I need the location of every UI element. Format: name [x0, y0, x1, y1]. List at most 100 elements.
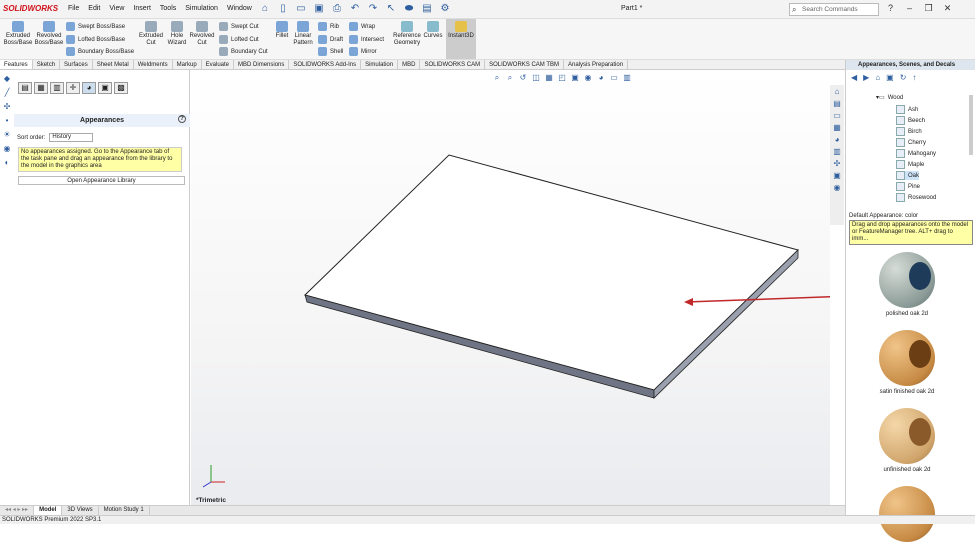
undo-icon[interactable]: ↶ — [348, 2, 362, 16]
camera-icon[interactable]: ◉ — [2, 144, 12, 154]
tab-sketch[interactable]: Sketch — [33, 60, 61, 69]
previous-view-icon[interactable]: ↺ — [518, 73, 528, 83]
tab-mbd[interactable]: MBD — [398, 60, 421, 69]
tree-item-mahogany[interactable]: Mahogany — [896, 149, 936, 158]
graphics-area[interactable]: *Trimetric — [191, 70, 852, 510]
close-icon[interactable]: ✕ — [941, 2, 954, 15]
axis-icon[interactable]: ✣ — [2, 102, 12, 112]
view-palette-icon[interactable]: ▦ — [832, 123, 842, 133]
boundary-cut-button[interactable]: Boundary Cut — [219, 47, 268, 56]
swept-boss-button[interactable]: Swept Boss/Base — [66, 22, 125, 31]
zoom-to-fit-icon[interactable]: ⌕ — [492, 73, 502, 83]
tab-analysis-preparation[interactable]: Analysis Preparation — [564, 60, 629, 69]
extruded-cut-button[interactable]: Extruded Cut — [137, 21, 165, 47]
sound-icon[interactable]: ◐ — [2, 158, 12, 168]
linear-pattern-button[interactable]: Linear Pattern — [292, 21, 314, 47]
tree-item-birch[interactable]: Birch — [896, 127, 922, 136]
solidworks-forum-icon[interactable]: ✣ — [832, 159, 842, 169]
tab-model[interactable]: Model — [34, 506, 63, 515]
resources-icon[interactable]: ⌂ — [832, 87, 842, 97]
menu-edit[interactable]: Edit — [88, 5, 100, 12]
tab-evaluate[interactable]: Evaluate — [202, 60, 235, 69]
view-orientation-icon[interactable]: ◰ — [557, 73, 567, 83]
tab-motion-study[interactable]: Motion Study 1 — [99, 506, 150, 515]
tab-weldments[interactable]: Weldments — [134, 60, 173, 69]
view-settings-icon[interactable]: ▥ — [622, 73, 632, 83]
tree-item-rosewood[interactable]: Rosewood — [896, 193, 936, 202]
tab-sheet-metal[interactable]: Sheet Metal — [93, 60, 134, 69]
sort-order-select[interactable]: History — [49, 133, 94, 142]
shell-button[interactable]: Shell — [318, 47, 343, 56]
tree-item-beech[interactable]: Beech — [896, 116, 925, 125]
boundary-boss-button[interactable]: Boundary Boss/Base — [66, 47, 134, 56]
solidworks-search-icon[interactable]: ◉ — [832, 183, 842, 193]
feature-manager-icon[interactable]: ▤ — [18, 82, 32, 94]
light-icon[interactable]: ☀ — [2, 130, 12, 140]
traffic-light-icon[interactable]: ⬬ — [402, 2, 416, 16]
tab-simulation[interactable]: Simulation — [361, 60, 399, 69]
design-library-icon[interactable]: ▤ — [832, 99, 842, 109]
part-icon[interactable]: ◆ — [2, 74, 12, 84]
refresh-icon[interactable]: ↻ — [900, 73, 907, 82]
intersect-button[interactable]: Intersect — [349, 35, 384, 44]
up-icon[interactable]: ↑ — [912, 73, 916, 82]
extruded-boss-button[interactable]: Extruded Boss/Base — [2, 21, 34, 47]
revolved-boss-button[interactable]: Revolved Boss/Base — [34, 21, 64, 47]
property-manager-icon[interactable]: ▦ — [34, 82, 48, 94]
tree-item-cherry[interactable]: Cherry — [896, 138, 926, 147]
tab-mbd-dimensions[interactable]: MBD Dimensions — [234, 60, 290, 69]
menu-window[interactable]: Window — [227, 5, 252, 12]
lofted-cut-button[interactable]: Lofted Cut — [219, 35, 259, 44]
open-appearance-library-button[interactable]: Open Appearance Library — [18, 176, 185, 185]
configuration-icon[interactable]: ▥ — [50, 82, 64, 94]
menu-file[interactable]: File — [68, 5, 79, 12]
appearances-icon[interactable]: ◕ — [832, 135, 842, 145]
rebuild-icon[interactable]: ▤ — [420, 2, 434, 16]
select-icon[interactable]: ↖ — [384, 2, 398, 16]
curves-button[interactable]: Curves — [422, 21, 444, 40]
wrap-button[interactable]: Wrap — [349, 22, 375, 31]
restore-icon[interactable]: ❐ — [922, 2, 935, 15]
help-icon[interactable]: ? — [178, 115, 186, 123]
draft-button[interactable]: Draft — [318, 35, 343, 44]
home-icon[interactable]: ⌂ — [875, 73, 880, 82]
apply-scene-icon[interactable]: ▭ — [609, 73, 619, 83]
forward-icon[interactable]: ▶ — [863, 73, 869, 82]
thumbnail-unfinished-oak[interactable]: unfinished oak 2d — [846, 408, 968, 473]
revolved-cut-button[interactable]: Revolved Cut — [189, 21, 215, 47]
hide-show-icon[interactable]: ◉ — [583, 73, 593, 83]
lofted-boss-button[interactable]: Lofted Boss/Base — [66, 35, 125, 44]
open-icon[interactable]: ▭ — [294, 2, 308, 16]
search-input[interactable]: ⌕ Search Commands — [789, 3, 879, 16]
tab-features[interactable]: Features — [0, 60, 33, 69]
back-icon[interactable]: ◀ — [851, 73, 857, 82]
instant3d-button[interactable]: Instant3D — [446, 19, 476, 59]
cam-tbm-icon[interactable]: ▩ — [114, 82, 128, 94]
add-folder-icon[interactable]: ▣ — [886, 73, 894, 82]
dynamic-annotation-icon[interactable]: ▦ — [544, 73, 554, 83]
save-icon[interactable]: ▣ — [312, 2, 326, 16]
tab-markup[interactable]: Markup — [173, 60, 202, 69]
zoom-area-icon[interactable]: ⌕ — [505, 73, 515, 83]
thumbnail-satin-oak[interactable]: satin finished oak 2d — [846, 330, 968, 395]
help-icon[interactable]: ? — [884, 2, 897, 15]
display-manager-icon[interactable]: ◕ — [82, 82, 96, 94]
tab-nav-arrows[interactable]: ◂◂ ◂ ▸ ▸▸ — [0, 506, 35, 515]
new-document-icon[interactable]: ▯ — [276, 2, 290, 16]
tree-item-maple[interactable]: Maple — [896, 160, 924, 169]
hole-wizard-button[interactable]: Hole Wizard — [165, 21, 189, 47]
reference-geometry-button[interactable]: Reference Geometry — [392, 21, 422, 47]
tree-item-oak[interactable]: Oak — [896, 171, 920, 180]
cam-library-icon[interactable]: ▣ — [832, 171, 842, 181]
menu-tools[interactable]: Tools — [160, 5, 176, 12]
fillet-button[interactable]: Fillet — [272, 21, 292, 40]
print-icon[interactable]: ⎙ — [330, 2, 344, 16]
tree-scrollbar[interactable] — [969, 95, 973, 155]
section-view-icon[interactable]: ◫ — [531, 73, 541, 83]
menu-view[interactable]: View — [109, 5, 124, 12]
tab-surfaces[interactable]: Surfaces — [60, 60, 93, 69]
minimize-icon[interactable]: – — [903, 2, 916, 15]
tree-folder-wood[interactable]: ▾▭ Wood — [876, 94, 903, 102]
plate-top-face[interactable] — [304, 154, 799, 391]
edit-appearance-icon[interactable]: ◕ — [596, 73, 606, 83]
